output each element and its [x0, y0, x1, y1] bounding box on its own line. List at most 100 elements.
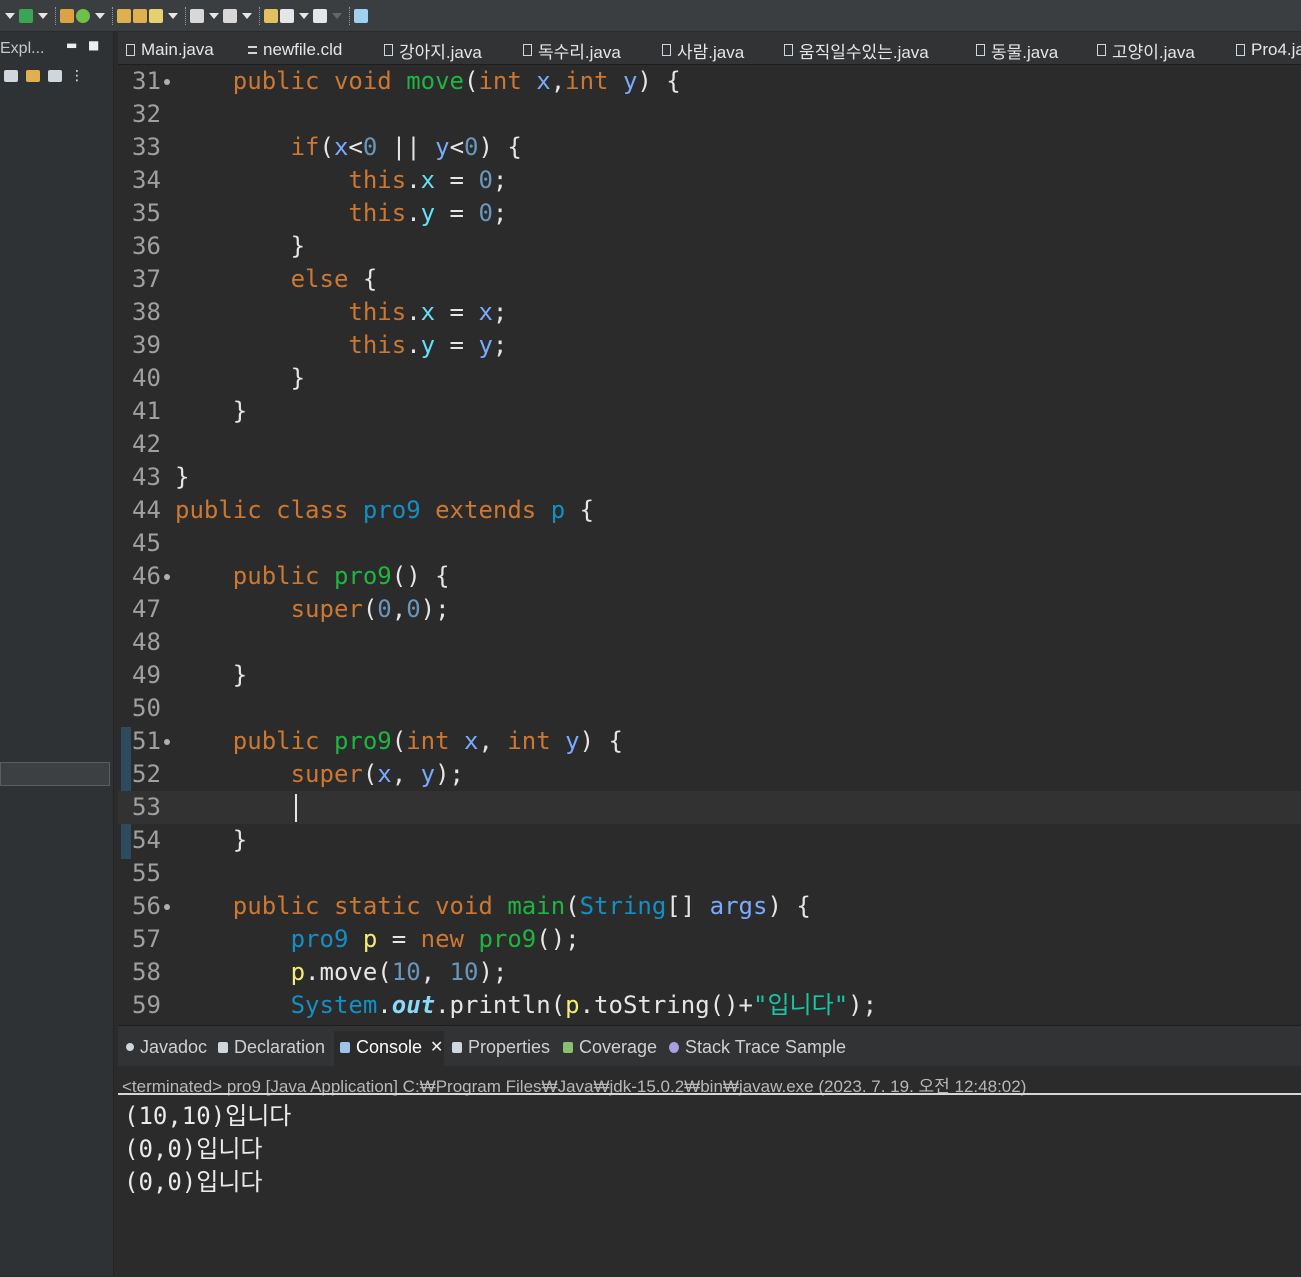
fold-marker-icon[interactable]	[164, 904, 170, 910]
tab-console[interactable]: Console ✕	[340, 1034, 443, 1060]
console-output-line: (10,10)입니다	[124, 1102, 292, 1130]
code-line[interactable]: 59 System.out.println(p.toString()+"입니다"…	[118, 989, 1301, 1022]
code-line[interactable]: 44 public class pro9 extends p {	[118, 494, 1301, 527]
code-token: (	[319, 133, 334, 161]
link-with-editor-icon[interactable]	[26, 70, 40, 82]
code-line[interactable]: 46 public pro9() {	[118, 560, 1301, 593]
code-text: pro9 p = new pro9();	[175, 923, 580, 956]
line-number: 33	[132, 133, 161, 161]
code-line[interactable]: 45	[118, 527, 1301, 560]
close-icon[interactable]: ✕	[430, 1037, 443, 1057]
code-text: public pro9(int x, int y) {	[175, 725, 623, 758]
code-line[interactable]: 38 this.x = x;	[118, 296, 1301, 329]
refresh-button[interactable]	[76, 4, 90, 28]
console-output-line: (0,0)입니다	[124, 1168, 263, 1196]
code-line[interactable]: 52 super(x, y);	[118, 758, 1301, 791]
code-line[interactable]: 40 }	[118, 362, 1301, 395]
minimize-icon[interactable]: ▬	[66, 38, 77, 52]
editor-tab[interactable]: 동물.java	[976, 38, 1058, 62]
editor-tab[interactable]: Main.java	[126, 38, 214, 62]
code-line[interactable]: 31 public void move(int x,int y) {	[118, 65, 1301, 98]
code-token: move(	[319, 958, 392, 986]
code-line[interactable]: 54 }	[118, 824, 1301, 857]
line-number: 52	[132, 760, 161, 788]
editor-tab-label: 움직일수있는.java	[799, 42, 929, 62]
code-line[interactable]: 42	[118, 428, 1301, 461]
prev-annotation-button[interactable]	[223, 4, 237, 28]
maximize-icon[interactable]: ■	[88, 38, 99, 52]
code-text: public void move(int x,int y) {	[175, 65, 681, 98]
view-menu-icon[interactable]: ⋮	[70, 69, 84, 83]
fold-marker-icon[interactable]	[164, 739, 170, 745]
back-dropdown-icon[interactable]	[299, 12, 309, 19]
editor-tab[interactable]: 고양이.java	[1097, 38, 1195, 62]
code-token: int	[406, 727, 464, 755]
code-line[interactable]: 35 this.y = 0;	[118, 197, 1301, 230]
line-number: 36	[132, 232, 161, 260]
code-line[interactable]: 39 this.y = y;	[118, 329, 1301, 362]
code-line[interactable]: 36 }	[118, 230, 1301, 263]
last-edit-button[interactable]	[264, 4, 278, 28]
pencil-dropdown-icon[interactable]	[168, 12, 178, 19]
code-line[interactable]: 49 }	[118, 659, 1301, 692]
filter-icon[interactable]	[48, 70, 62, 82]
code-text: }	[175, 461, 189, 494]
editor-tab[interactable]: 사람.java	[662, 38, 744, 62]
toolbar-dropdown-icon[interactable]	[5, 12, 15, 19]
next-annotation-button[interactable]	[190, 4, 204, 28]
forward-button[interactable]	[313, 4, 327, 28]
tab-stack-trace-sample[interactable]: Stack Trace Sample	[669, 1034, 846, 1060]
fold-marker-icon[interactable]	[164, 79, 170, 85]
line-number: 56	[132, 892, 161, 920]
code-line[interactable]: 50	[118, 692, 1301, 725]
code-line[interactable]: 43}	[118, 461, 1301, 494]
open-folder-button[interactable]	[117, 4, 131, 28]
debug-button[interactable]	[19, 4, 33, 28]
fold-marker-icon[interactable]	[164, 574, 170, 580]
code-line[interactable]: 53	[118, 791, 1301, 824]
debug-dropdown-icon[interactable]	[38, 12, 48, 19]
code-token: (	[463, 67, 479, 95]
editor-tab[interactable]: Pro4.ja	[1236, 38, 1301, 62]
tab-javadoc[interactable]: Javadoc	[126, 1034, 207, 1060]
code-line[interactable]: 47 super(0,0);	[118, 593, 1301, 626]
editor-tab[interactable]: 독수리.java	[523, 38, 621, 62]
code-line[interactable]: 41 }	[118, 395, 1301, 428]
code-line[interactable]: 32	[118, 98, 1301, 131]
selected-tree-item[interactable]	[0, 762, 110, 786]
code-token: extends	[420, 496, 551, 524]
prev-annotation-icon	[223, 8, 237, 23]
code-line[interactable]: 55	[118, 857, 1301, 890]
editor-tab[interactable]: 강아지.java	[384, 38, 482, 62]
new-package-button[interactable]	[60, 4, 74, 28]
code-token: this	[348, 331, 407, 359]
tab-coverage[interactable]: Coverage	[563, 1034, 657, 1060]
prev-annotation-dropdown-icon[interactable]	[242, 12, 252, 19]
pencil-button[interactable]	[149, 4, 163, 28]
code-editor[interactable]: 31 public void move(int x,int y) {32 33 i…	[118, 65, 1301, 1023]
next-annotation-dropdown-icon[interactable]	[209, 12, 219, 19]
code-line[interactable]: 48	[118, 626, 1301, 659]
code-token: .toString()+	[579, 991, 753, 1019]
open-type-button[interactable]	[133, 4, 147, 28]
back-button[interactable]	[280, 4, 294, 28]
code-token: ;	[492, 331, 508, 359]
code-line[interactable]: 34 this.x = 0;	[118, 164, 1301, 197]
code-line[interactable]: 37 else {	[118, 263, 1301, 296]
new-window-button[interactable]	[354, 4, 368, 28]
code-line[interactable]: 58 p.move(10, 10);	[118, 956, 1301, 989]
next-annotation-icon	[190, 8, 204, 23]
tab-declaration[interactable]: Declaration	[218, 1034, 325, 1060]
editor-tab[interactable]: 움직일수있는.java	[784, 38, 929, 62]
panel-title[interactable]: Expl...	[0, 40, 44, 58]
code-line[interactable]: 33 if(x<0 || y<0) {	[118, 131, 1301, 164]
java-file-icon	[1236, 44, 1245, 56]
editor-tab[interactable]: newfile.cld	[248, 38, 342, 62]
explorer-toolbar: ⋮	[4, 69, 84, 83]
tab-properties[interactable]: Properties	[452, 1034, 550, 1060]
code-line[interactable]: 51 public pro9(int x, int y) {	[118, 725, 1301, 758]
code-line[interactable]: 56 public static void main(String[] args…	[118, 890, 1301, 923]
refresh-dropdown-icon[interactable]	[95, 12, 105, 19]
collapse-all-icon[interactable]	[4, 70, 18, 82]
code-line[interactable]: 57 pro9 p = new pro9();	[118, 923, 1301, 956]
